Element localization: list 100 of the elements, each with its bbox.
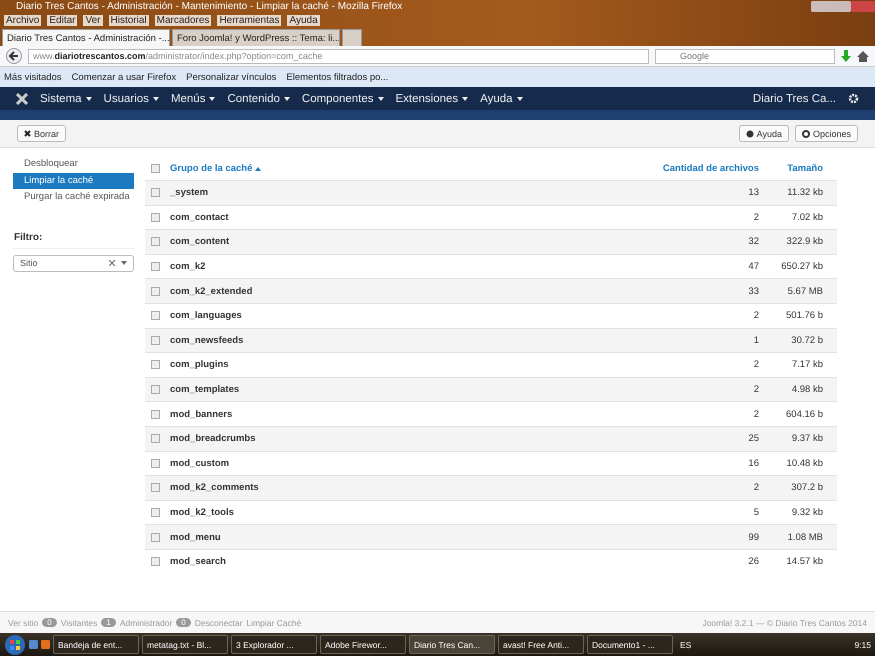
bookmark-link[interactable]: Comenzar a usar Firefox [72,72,176,82]
address-field[interactable]: www.diariotrescantos.com/administrator/index.php?option=com_cache [28,48,649,64]
table-cell-text: 307.2 b [790,482,824,494]
row-checkbox[interactable] [151,532,160,542]
count-badge: 0 [42,618,57,627]
table-cell-text: com_newsfeeds [170,334,244,346]
nav-menu-item[interactable]: Contenido [227,92,290,104]
row-checkbox[interactable] [151,286,160,296]
table-cell-text: 25 [747,433,759,444]
settings-icon[interactable] [848,93,859,104]
taskbar-item[interactable]: metatag.txt - Bl... [142,635,228,654]
table-cell-text: 2 [752,212,759,223]
browser-icon [41,640,50,649]
row-checkbox[interactable] [151,262,160,272]
select-all-checkbox[interactable] [151,164,160,172]
help-button[interactable]: Ayuda [738,125,789,142]
table-cell-text: com_plugins [170,359,230,370]
new-tab-icon[interactable] [342,29,362,46]
download-icon[interactable] [841,50,851,62]
table-cell-text: mod_search [170,556,227,568]
table-cell-text: com_k2_extended [170,286,254,297]
filter-select[interactable]: Sitio [13,254,134,272]
menu-item[interactable]: Editar [47,15,78,26]
row-checkbox[interactable] [151,458,160,468]
row-checkbox[interactable] [151,237,160,246]
menu-item[interactable]: Archivo [4,15,42,26]
row-checkbox[interactable] [151,336,160,345]
table-cell-text: 650.27 kb [780,261,824,272]
table-cell-text: 322.9 kb [786,236,824,248]
nav-menu-item[interactable]: Extensiones [396,92,468,104]
nav-menu-item[interactable]: Componentes [302,92,384,104]
table-cell-text: 2 [752,408,759,420]
start-button-icon[interactable] [4,634,26,656]
column-header[interactable]: Cantidad de archivos [629,162,759,174]
taskbar-item[interactable]: Documento1 - ... [587,635,673,654]
table-cell-text: com_templates [170,384,240,396]
row-checkbox[interactable] [151,311,160,320]
row-checkbox[interactable] [151,434,160,444]
row-checkbox[interactable] [151,557,160,566]
status-text: Visitantes [60,618,98,628]
table-cell-text: 14.57 kb [786,556,824,568]
taskbar-item[interactable]: Adobe Firewor... [320,635,406,654]
table-cell-text: 2 [752,384,759,396]
table-cell-text: 10.48 kb [786,458,824,469]
row-checkbox[interactable] [151,212,160,222]
table-cell-text: 604.16 b [785,408,824,420]
delete-button[interactable]: Borrar [17,125,66,142]
menu-item[interactable]: Herramientas [217,15,282,26]
nav-menu-item[interactable]: Usuarios [104,92,159,104]
filter-label: Filtro: [13,232,134,248]
nav-menu-item[interactable]: Menús [170,92,216,104]
site-link[interactable]: Diario Tres Ca... [752,92,836,104]
menu-item[interactable]: Ver [83,15,102,26]
sidebar-item[interactable]: Purgar la caché expirada [13,189,134,206]
column-header[interactable]: Grupo de la caché [170,162,629,174]
clock[interactable]: 9:15 [854,640,871,650]
menu-item[interactable]: Historial [108,15,149,26]
table-cell-text: 2 [752,310,759,322]
menu-item[interactable]: Marcadores [154,15,212,26]
row-checkbox[interactable] [151,410,160,419]
table-cell-text: 2 [752,359,759,370]
search-field[interactable]: Google [655,48,835,64]
options-button[interactable]: Opciones [794,125,858,142]
sidebar-item[interactable]: Desbloquear [13,156,134,172]
language-indicator[interactable]: ES [680,640,692,650]
bookmark-link[interactable]: Personalizar vínculos [186,72,276,82]
taskbar-item[interactable]: Diario Tres Can... [409,635,495,654]
taskbar-item[interactable]: avast! Free Anti... [498,635,584,654]
row-checkbox[interactable] [151,188,160,198]
sort-ascending-icon [255,166,262,170]
browser-tab[interactable]: Diario Tres Cantos - Administración -... [2,29,170,46]
menu-item[interactable]: Ayuda [287,15,320,26]
row-checkbox[interactable] [151,360,160,370]
taskbar-item[interactable]: Bandeja de ent... [53,635,139,654]
caret-icon [209,96,216,100]
table-cell-text: 501.76 b [785,310,824,322]
caret-icon [378,96,384,100]
taskbar-item[interactable]: 3 Explorador ... [231,635,317,654]
column-header[interactable]: Tamaño [759,162,837,174]
row-checkbox[interactable] [151,385,160,394]
table-cell-text: 99 [747,532,759,543]
home-icon[interactable] [857,50,869,62]
back-icon[interactable] [6,48,22,64]
caret-icon [284,96,290,100]
nav-menu-item[interactable]: Sistema [40,92,92,104]
clear-caret-icon [109,260,127,266]
bookmark-link[interactable]: Más visitados [4,72,62,82]
caret-icon [516,96,523,100]
table-cell-text: 5.67 MB [786,286,824,297]
table-cell-text: 16 [747,458,759,469]
desktop-icon [29,640,38,649]
table-cell-text: mod_custom [170,458,230,469]
sidebar-item[interactable]: Limpiar la caché [13,172,134,189]
bookmark-link[interactable]: Elementos filtrados po... [286,72,388,82]
caret-icon [462,96,468,100]
table-cell-text: mod_k2_tools [170,507,235,518]
row-checkbox[interactable] [151,483,160,492]
row-checkbox[interactable] [151,508,160,518]
window-controls-icon [811,1,875,12]
nav-menu-item[interactable]: Ayuda [480,92,523,104]
